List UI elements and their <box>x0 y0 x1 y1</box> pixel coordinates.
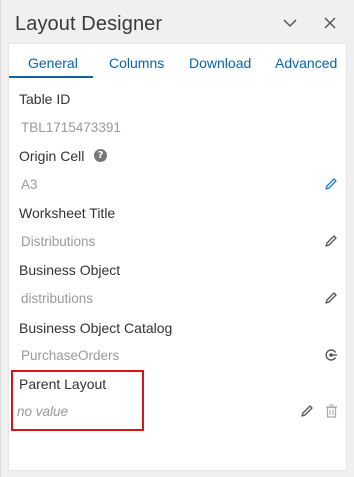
designer-panel: General Columns Download Advanced Table … <box>8 43 347 471</box>
layout-designer-pane: Layout Designer General Columns Download… <box>0 0 354 477</box>
tab-columns[interactable]: Columns <box>109 55 164 71</box>
active-tab-indicator <box>9 76 93 78</box>
close-icon[interactable] <box>319 12 341 34</box>
worksheet-title-label: Worksheet Title <box>19 205 116 221</box>
chevron-down-icon[interactable] <box>279 12 301 34</box>
view-catalog-icon[interactable] <box>323 347 339 363</box>
business-object-catalog-value: PurchaseOrders <box>21 348 120 363</box>
parent-layout-highlight-box <box>11 370 144 431</box>
business-object-value: distributions <box>21 291 94 306</box>
pane-title: Layout Designer <box>15 13 163 35</box>
help-icon[interactable]: ? <box>94 149 107 162</box>
tab-download[interactable]: Download <box>189 55 251 71</box>
origin-cell-label: Origin Cell <box>19 148 85 164</box>
edit-parent-layout-icon[interactable] <box>299 403 315 419</box>
tab-advanced[interactable]: Advanced <box>275 55 337 71</box>
table-id-value: TBL1715473391 <box>21 120 121 135</box>
table-id-label: Table ID <box>19 91 71 107</box>
trash-icon[interactable] <box>323 403 339 419</box>
title-bar: Layout Designer <box>1 0 354 46</box>
edit-origin-cell-icon[interactable] <box>323 176 339 192</box>
worksheet-title-value: Distributions <box>21 234 96 249</box>
origin-cell-value: A3 <box>21 177 38 192</box>
edit-worksheet-title-icon[interactable] <box>323 233 339 249</box>
tab-bar: General Columns Download Advanced <box>9 44 348 80</box>
business-object-label: Business Object <box>19 262 121 278</box>
business-object-catalog-label: Business Object Catalog <box>19 320 173 336</box>
edit-business-object-icon[interactable] <box>323 290 339 306</box>
tab-general[interactable]: General <box>28 55 78 71</box>
